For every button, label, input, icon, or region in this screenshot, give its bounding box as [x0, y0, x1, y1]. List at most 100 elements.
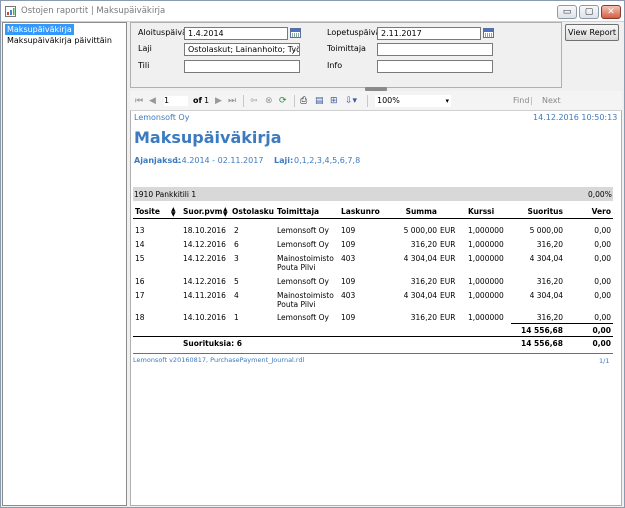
cell-kurssi: 1,000000 — [468, 291, 504, 300]
app-icon — [5, 6, 16, 17]
last-page-icon[interactable]: ⏭ — [228, 95, 236, 107]
cell-suoritus: 316,20 — [536, 277, 563, 286]
lopetuspaiva-calendar-icon[interactable] — [483, 28, 494, 38]
page-setup-icon[interactable]: ⊞ — [330, 95, 338, 107]
header-rule — [133, 218, 613, 219]
cell-suoritus: 316,20 — [536, 313, 563, 322]
cell-toimittaja: Lemonsoft Oy — [277, 277, 329, 286]
cell-vero: 0,00 — [594, 313, 611, 322]
tili-field[interactable] — [184, 60, 300, 73]
toolbar-separator — [367, 95, 368, 107]
cell-summa: 4 304,04 — [403, 254, 437, 263]
cell-tosite: 14 — [135, 240, 145, 249]
cell-tosite: 17 — [135, 291, 145, 300]
zoom-select[interactable]: 100% ▾ — [375, 95, 451, 107]
chevron-down-icon: ▾ — [445, 97, 449, 105]
cell-toimittaja: Mainostoimisto — [277, 291, 334, 300]
toolbar-separator — [243, 95, 244, 107]
cell-ostolasku: 3 — [234, 254, 239, 263]
toolbar-separator — [294, 95, 295, 107]
toimittaja-label: Toimittaja — [327, 44, 366, 53]
total-suoritus: 14 556,68 — [521, 339, 563, 348]
cell-toimittaja-line2: Pouta Pilvi — [277, 263, 316, 272]
total-count: Suorituksia: 6 — [183, 339, 243, 348]
sort-icon[interactable]: ▲ ▼ — [223, 207, 228, 218]
current-page-input[interactable]: 1 — [164, 96, 188, 106]
of-label: of — [193, 96, 202, 105]
laji-dropdown[interactable]: Ostolaskut; Lainanhoito; Työna ⌄ — [184, 43, 300, 56]
cell-vero: 0,00 — [594, 254, 611, 263]
print-icon[interactable]: ⎙ — [300, 95, 307, 107]
print-layout-icon[interactable]: ▤ — [315, 95, 324, 107]
cell-toimittaja: Lemonsoft Oy — [277, 313, 329, 322]
cell-kurssi: 1,000000 — [468, 277, 504, 286]
cell-toimittaja: Lemonsoft Oy — [277, 226, 329, 235]
lopetuspaiva-field[interactable]: 2.11.2017 — [377, 27, 481, 40]
find-button[interactable]: Find — [513, 96, 545, 106]
previous-page-icon[interactable]: ◀ — [149, 95, 156, 107]
group-percent: 0,00% — [588, 190, 612, 199]
zoom-value: 100% — [377, 96, 400, 105]
back-icon[interactable]: ⇦ — [250, 95, 258, 107]
cell-currency: EUR — [440, 254, 456, 263]
cell-toimittaja: Lemonsoft Oy — [277, 240, 329, 249]
info-field[interactable] — [377, 60, 493, 73]
aloituspaiva-calendar-icon[interactable] — [290, 28, 301, 38]
find-separator: | — [530, 96, 533, 105]
report-viewer: Lemonsoft Oy 14.12.2016 10:50:13 Maksupä… — [130, 111, 622, 506]
report-footer-version: Lemonsoft v20160817, PurchasePayment_Jou… — [133, 356, 305, 364]
find-next-button[interactable]: Next — [542, 96, 561, 106]
export-icon[interactable]: ⇩▾ — [345, 95, 357, 107]
cell-ostolasku: 4 — [234, 291, 239, 300]
column-summa: Summa — [405, 207, 437, 216]
laji-value: Ostolaskut; Lainanhoito; Työna — [188, 45, 300, 54]
report-toolbar: ⏮ ◀ 1 of 1 ▶ ⏭ ⇦ ⊗ ⟳ ⎙ ▤ ⊞ ⇩▾ 100% ▾ Fin… — [130, 91, 622, 111]
column-suoritus: Suoritus — [527, 207, 563, 216]
cell-pvm: 14.10.2016 — [183, 313, 226, 322]
cell-kurssi: 1,000000 — [468, 313, 504, 322]
cell-laskunro: 403 — [341, 291, 356, 300]
maximize-button[interactable]: ▢ — [579, 5, 599, 19]
laji-filter-value: 0,1,2,3,4,5,6,7,8 — [294, 156, 361, 165]
parameters-panel: Aloituspäivä 1.4.2014 Lopetuspäivä 2.11.… — [130, 22, 562, 88]
cell-currency: EUR — [440, 226, 456, 235]
toimittaja-field[interactable] — [377, 43, 493, 56]
cell-vero: 0,00 — [594, 291, 611, 300]
first-page-icon[interactable]: ⏮ — [135, 95, 143, 107]
cell-pvm: 14.12.2016 — [183, 277, 226, 286]
lopetuspaiva-label: Lopetuspäivä — [327, 28, 381, 37]
total-pages: 1 — [204, 96, 210, 105]
cell-summa: 316,20 — [410, 313, 437, 322]
column-suor-pvm: Suor.pvm — [183, 207, 223, 216]
cell-kurssi: 1,000000 — [468, 254, 504, 263]
column-toimittaja: Toimittaja — [277, 207, 320, 216]
cell-summa: 316,20 — [410, 240, 437, 249]
cell-ostolasku: 1 — [234, 313, 239, 322]
cell-laskunro: 109 — [341, 313, 356, 322]
aloituspaiva-field[interactable]: 1.4.2014 — [184, 27, 288, 40]
aloituspaiva-label: Aloituspäivä — [138, 28, 188, 37]
next-page-icon[interactable]: ▶ — [215, 95, 222, 107]
view-report-button[interactable]: View Report — [565, 24, 619, 41]
cell-tosite: 18 — [135, 313, 145, 322]
cell-suoritus: 316,20 — [536, 240, 563, 249]
cell-vero: 0,00 — [594, 226, 611, 235]
refresh-icon[interactable]: ⟳ — [279, 95, 287, 107]
report-list-item-maksupaivakirja-paivittain[interactable]: Maksupäiväkirja päivittäin — [5, 35, 114, 46]
cell-summa: 5 000,00 — [403, 226, 437, 235]
sort-icon[interactable]: ▲ ▼ — [171, 207, 176, 218]
report-list-item-maksupaivakirja[interactable]: Maksupäiväkirja — [5, 24, 74, 35]
close-button[interactable]: ✕ — [601, 5, 621, 19]
chevron-down-icon: ⌄ — [291, 46, 297, 54]
cell-kurssi: 1,000000 — [468, 226, 504, 235]
total-rule — [133, 336, 613, 337]
report-title: Maksupäiväkirja — [134, 128, 282, 147]
column-laskunro: Laskunro — [341, 207, 380, 216]
cell-tosite: 15 — [135, 254, 145, 263]
cell-toimittaja: Mainostoimisto — [277, 254, 334, 263]
app-window: Ostojen raportit | Maksupäiväkirja ▭ ▢ ✕… — [0, 0, 625, 508]
stop-icon[interactable]: ⊗ — [265, 95, 273, 107]
cell-toimittaja-line2: Pouta Pilvi — [277, 300, 316, 309]
minimize-button[interactable]: ▭ — [557, 5, 577, 19]
subtotal-rule — [511, 323, 613, 324]
